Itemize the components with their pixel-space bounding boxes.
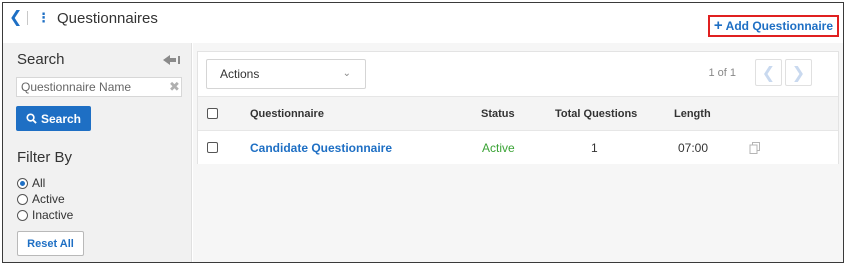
filter-option-all[interactable]: All	[17, 176, 45, 190]
page-header: ❮ ⋮ Questionnaires + Add Questionnaire	[3, 3, 843, 43]
copy-icon[interactable]	[749, 141, 761, 154]
next-page-button[interactable]: ❯	[785, 59, 812, 86]
filter-option-label: Inactive	[32, 208, 74, 222]
column-header-length[interactable]: Length	[674, 97, 711, 130]
add-questionnaire-button[interactable]: + Add Questionnaire	[707, 15, 839, 37]
filter-option-active[interactable]: Active	[17, 192, 65, 206]
column-header-status[interactable]: Status	[481, 97, 515, 130]
chevron-down-icon: ⌄	[342, 68, 351, 79]
row-checkbox[interactable]	[207, 142, 218, 153]
filter-option-inactive[interactable]: Inactive	[17, 208, 73, 222]
next-page-icon: ❯	[791, 64, 806, 82]
header-divider	[27, 11, 28, 25]
length-cell: 07:00	[678, 140, 709, 155]
actions-label: Actions	[220, 67, 260, 81]
table-header: Questionnaire Status Total Questions Len…	[198, 97, 838, 131]
pagination-info: 1 of 1	[708, 67, 736, 79]
total-questions-cell: 1	[591, 140, 598, 155]
select-all-checkbox[interactable]	[207, 108, 218, 119]
reset-all-button[interactable]: Reset All	[17, 231, 84, 256]
questionnaire-cell: Candidate Questionnaire	[250, 131, 392, 164]
filter-heading: Filter By	[17, 149, 73, 166]
app-frame: ❮ ⋮ Questionnaires + Add Questionnaire S…	[2, 2, 844, 263]
collapse-arrow-icon[interactable]	[163, 55, 181, 65]
search-button[interactable]: Search	[16, 106, 91, 131]
copy-cell	[749, 131, 761, 164]
questionnaire-table-panel: Actions ⌄ 1 of 1 ❮ ❯ Questionnaire Statu…	[197, 51, 839, 164]
column-header-total-questions[interactable]: Total Questions	[555, 97, 637, 130]
back-chevron-icon[interactable]: ❮	[9, 9, 23, 27]
filter-sidebar: Search ✖ Search Filter By All Active Ina…	[3, 43, 192, 262]
prev-page-icon: ❮	[761, 64, 776, 82]
plus-icon: +	[713, 17, 723, 34]
table-row: Candidate Questionnaire Active 1 07:00	[198, 131, 838, 164]
search-heading: Search	[17, 51, 65, 68]
kebab-icon[interactable]: ⋮	[37, 10, 50, 26]
status-cell: Active	[482, 140, 515, 155]
search-button-label: Search	[40, 111, 82, 126]
radio-all[interactable]	[17, 177, 28, 189]
search-icon	[26, 113, 37, 124]
actions-dropdown[interactable]: Actions ⌄	[206, 59, 366, 89]
radio-active[interactable]	[17, 193, 28, 205]
table-toolbar: Actions ⌄ 1 of 1 ❮ ❯	[198, 52, 838, 97]
prev-page-button[interactable]: ❮	[755, 59, 782, 86]
main-content: Actions ⌄ 1 of 1 ❮ ❯ Questionnaire Statu…	[193, 43, 843, 262]
row-select-cell	[207, 131, 218, 164]
page-title: Questionnaires	[57, 10, 158, 27]
column-header-questionnaire[interactable]: Questionnaire	[250, 97, 324, 130]
questionnaire-link[interactable]: Candidate Questionnaire	[250, 141, 392, 155]
questionnaire-name-input[interactable]	[16, 77, 182, 97]
filter-option-label: All	[32, 176, 46, 190]
add-questionnaire-label: Add Questionnaire	[725, 19, 833, 33]
radio-inactive[interactable]	[17, 209, 28, 221]
select-all-cell	[207, 97, 218, 130]
filter-option-label: Active	[32, 192, 65, 206]
clear-icon[interactable]: ✖	[169, 80, 180, 94]
